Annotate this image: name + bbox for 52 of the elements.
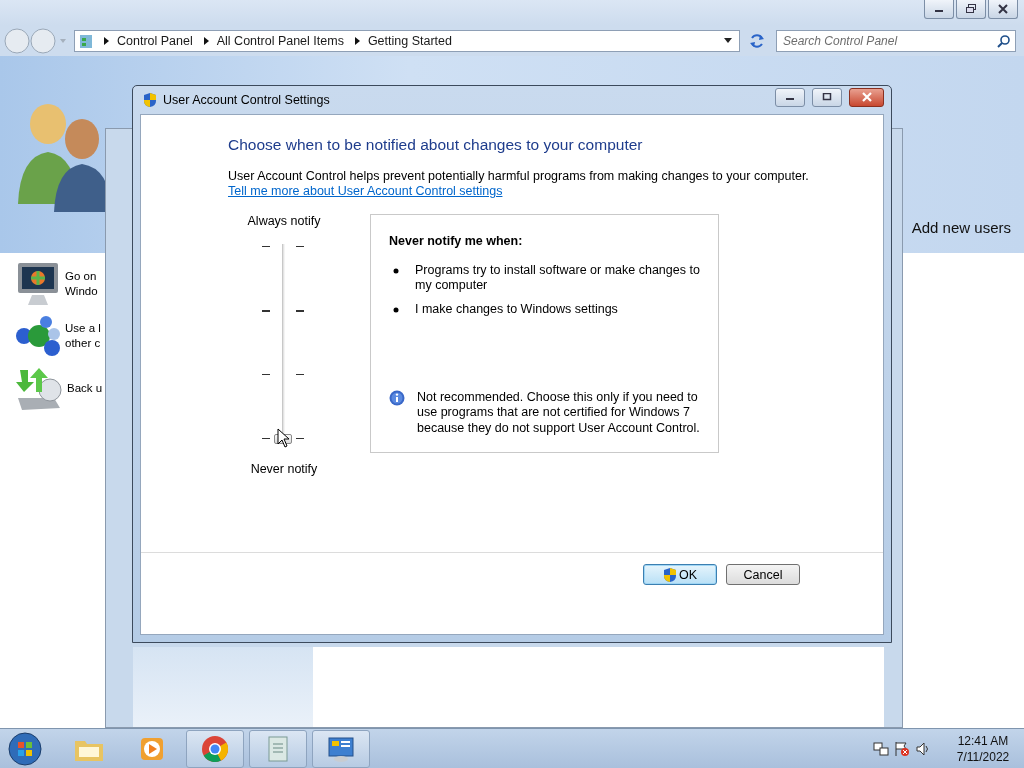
panel-title: Never notify me when: [389, 234, 524, 248]
slider-top-label: Always notify [247, 214, 321, 228]
mouse-cursor-icon [277, 428, 291, 448]
breadcrumb-item[interactable]: All Control Panel Items [216, 33, 344, 48]
info-icon [389, 389, 405, 406]
control-panel-icon [79, 32, 93, 49]
breadcrumb-arrow-icon[interactable] [101, 35, 111, 46]
clock-time[interactable]: 12:41 AM [957, 732, 1009, 749]
speaker-icon[interactable] [915, 740, 931, 757]
flag-icon[interactable] [894, 740, 910, 757]
dialog-heading: Choose when to be notified about changes to your computer [228, 136, 643, 154]
minimize-button[interactable] [924, 0, 954, 19]
help-link[interactable]: Tell me more about User Account Control settings [228, 184, 503, 198]
task-link[interactable]: Back u [67, 380, 103, 396]
close-button[interactable] [849, 87, 884, 107]
taskbar-button[interactable] [186, 729, 244, 768]
browser-icon [200, 733, 230, 764]
bullet-text: I make changes to Windows settings [415, 302, 618, 317]
address-bar[interactable]: Control Panel All Control Panel Items Getting Started [74, 29, 740, 52]
close-button[interactable] [988, 0, 1018, 19]
ok-button[interactable]: OK [643, 564, 717, 585]
bullet-icon [393, 307, 399, 313]
maximize-icon [822, 93, 832, 101]
window-title: User Account Control Settings [163, 93, 330, 107]
close-icon [997, 4, 1009, 14]
task-link[interactable]: Go on Windo [65, 269, 98, 299]
bullet-text: Programs try to install software or make changes to my computer [415, 263, 700, 293]
restore-icon [965, 4, 977, 14]
shield-icon [143, 92, 157, 108]
bullet-icon [393, 268, 399, 274]
add-new-users-link[interactable]: Add new users [911, 219, 1011, 236]
taskbar-button[interactable] [312, 729, 370, 768]
network-icon[interactable] [873, 740, 889, 757]
restore-button[interactable] [956, 0, 986, 19]
task-link[interactable]: Use a l other c [65, 321, 101, 351]
start-button[interactable] [7, 730, 43, 767]
control-panel-icon [326, 734, 356, 763]
search-field[interactable]: Search Control Panel [776, 29, 1016, 52]
description-text: User Account Control helps prevent potentially harmful programs from making changes to your computer. [228, 169, 809, 183]
slider-bottom-label: Never notify [250, 462, 318, 476]
cancel-button[interactable]: Cancel [726, 564, 800, 585]
breadcrumb-item[interactable]: Control Panel [117, 33, 193, 48]
close-icon [860, 92, 873, 102]
network-globes-icon [14, 314, 62, 358]
minimize-button[interactable] [775, 87, 805, 107]
dropdown-arrow-icon[interactable] [723, 36, 733, 45]
shield-icon [662, 566, 677, 583]
search-icon[interactable] [997, 33, 1011, 48]
maximize-button[interactable] [812, 87, 842, 107]
note-text: Not recommended. Choose this only if you need to use programs that are not certified for Windows 7 because they do not support User Account Control. [417, 389, 700, 436]
breadcrumb-item[interactable]: Getting Started [367, 33, 452, 48]
clock-date[interactable]: 7/11/2022 [956, 748, 1010, 765]
